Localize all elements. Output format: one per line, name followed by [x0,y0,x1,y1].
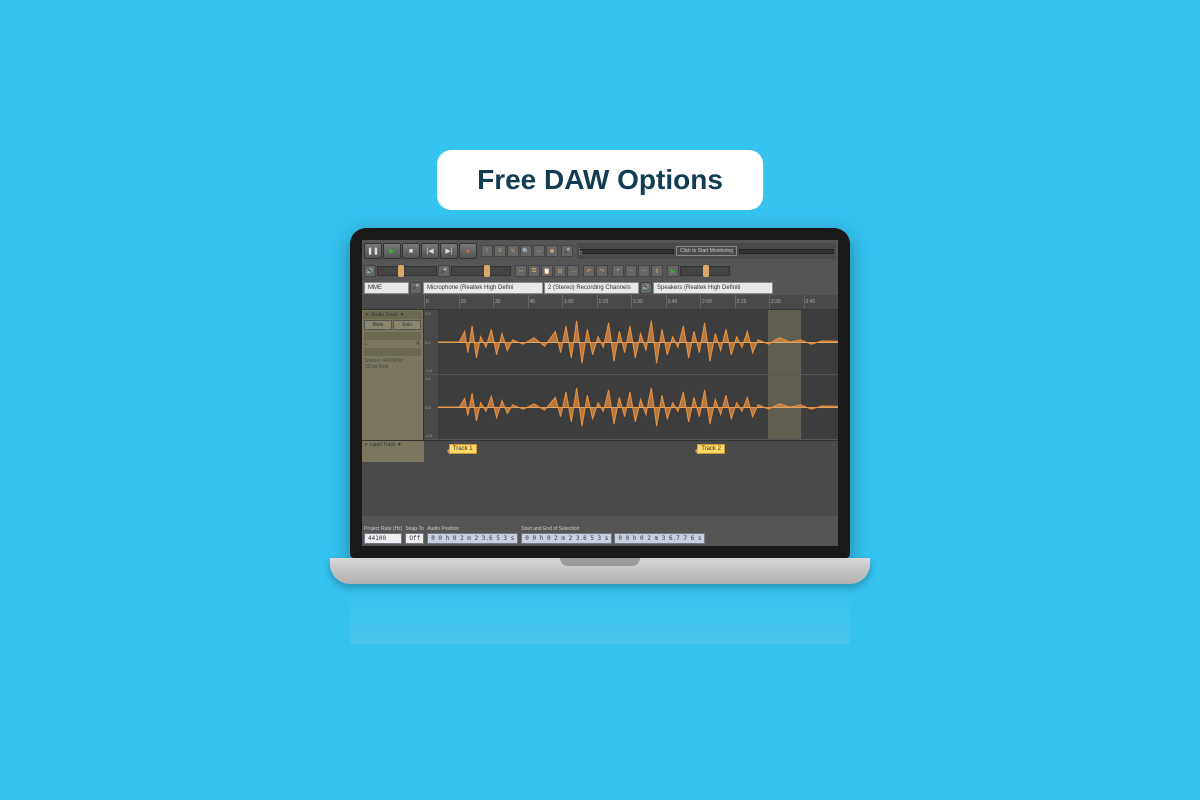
zoom-out-icon[interactable]: − [625,265,637,277]
mic-icon: 🎤 [561,245,573,257]
label-area[interactable]: Track 1 Track 2 [424,441,838,462]
undo-icon[interactable]: ↶ [583,265,595,277]
timeline-tick: 15 [459,295,494,309]
selection-tool-icon[interactable]: I [481,245,493,257]
label-marker[interactable]: Track 1 [449,444,477,454]
input-device-icon: 🎤 [410,282,422,294]
play-button[interactable]: ▶ [383,243,401,259]
daw-screenshot: ❚❚ ▶ ■ |◀ ▶| ● I ≡ ✎ 🔍 ↔ ✱ 🎤 L R [362,240,838,546]
label-marker[interactable]: Track 2 [697,444,725,454]
track-control-panel: ✕ Audio Track ▼ Mute Solo L R [362,310,424,440]
speaker-icon: 🔊 [364,265,376,277]
redo-icon[interactable]: ↷ [596,265,608,277]
zoom-in-icon[interactable]: + [612,265,624,277]
audio-host-select[interactable]: MME [364,282,409,294]
pan-right-label: R [416,341,420,347]
timeline-ruler[interactable]: 0 15 30 45 1:00 1:15 1:30 1:45 2:00 2:15… [362,295,838,310]
track-close-icon[interactable]: ✕ [365,312,369,318]
secondary-toolbar: 🔊 🎤 ✂ ⧉ 📋 ⊟ … ↶ ↷ + − ⇔ [362,262,838,280]
page-title: Free DAW Options [437,150,763,210]
label-track-menu-icon[interactable]: ▼ [397,442,402,448]
draw-tool-icon[interactable]: ✎ [507,245,519,257]
skip-start-button[interactable]: |◀ [421,243,439,259]
recording-meter[interactable]: L R Click to Start Monitoring [577,243,836,259]
timeline-tick: 1:30 [631,295,666,309]
timeline-tick: 1:00 [562,295,597,309]
track-menu-icon[interactable]: ▼ [400,312,405,318]
meter-r-label: R [579,251,583,257]
mic-volume-icon: 🎤 [438,265,450,277]
solo-button[interactable]: Solo [393,320,421,330]
timeline-tick: 2:15 [735,295,770,309]
fit-selection-icon[interactable]: ⇔ [638,265,650,277]
meter-click-hint: Click to Start Monitoring [676,246,737,256]
timeline-tick: 45 [528,295,563,309]
laptop-mockup: ❚❚ ▶ ■ |◀ ▶| ● I ≡ ✎ 🔍 ↔ ✱ 🎤 L R [330,228,870,644]
playback-volume-slider[interactable] [377,266,437,276]
label-track-name: Label Track [370,442,396,448]
timeline-tick: 2:00 [700,295,735,309]
record-button[interactable]: ● [459,243,477,259]
timeshift-tool-icon[interactable]: ↔ [533,245,545,257]
input-device-select[interactable]: Microphone (Realtek High Defini [423,282,543,294]
track-name: Audio Track [371,312,397,318]
output-device-select[interactable]: Speakers (Realtek High Definiti [653,282,773,294]
pause-button[interactable]: ❚❚ [364,243,382,259]
label-track-close-icon[interactable]: ✕ [364,442,368,448]
project-rate-select[interactable]: 44100 [364,533,402,544]
gain-slider[interactable] [364,332,421,340]
silence-icon[interactable]: … [567,265,579,277]
envelope-tool-icon[interactable]: ≡ [494,245,506,257]
audio-position-field[interactable]: 0 0 h 0 2 m 2 3.6 5 3 s [427,533,518,544]
snap-to-select[interactable]: Off [405,533,424,544]
multi-tool-icon[interactable]: ✱ [546,245,558,257]
laptop-reflection [350,584,850,644]
play-at-speed-button[interactable]: ▶ [667,265,679,277]
copy-icon[interactable]: ⧉ [528,265,540,277]
waveform-display[interactable]: 1.0 0.0 -1.0 1.0 0.0 [424,310,838,440]
laptop-base [330,558,870,584]
timeline-tick: 2:30 [769,295,804,309]
timeline-tick: 1:45 [666,295,701,309]
status-bar: Project Rate (Hz) 44100 Snap-To Off Audi… [362,516,838,546]
mute-button[interactable]: Mute [364,320,392,330]
timeline-tick: 0 [424,295,459,309]
stop-button[interactable]: ■ [402,243,420,259]
label-track: ✕ Label Track ▼ Track 1 Track 2 [362,440,838,462]
device-toolbar: MME 🎤 Microphone (Realtek High Defini 2 … [362,280,838,295]
timeline-tick: 30 [493,295,528,309]
pan-left-label: L [365,341,368,347]
audio-track: ✕ Audio Track ▼ Mute Solo L R [362,310,838,440]
timeline-tick: 1:15 [597,295,632,309]
zoom-tool-icon[interactable]: 🔍 [520,245,532,257]
playback-speed-slider[interactable] [680,266,730,276]
waveform-right [438,375,838,439]
track-format-info: Stereo, 44100Hz 32-bit float [363,357,422,371]
fit-project-icon[interactable]: ⇕ [651,265,663,277]
timeline-tick: 2:45 [804,295,839,309]
snap-to-label: Snap-To [405,526,424,532]
cut-icon[interactable]: ✂ [515,265,527,277]
output-device-icon: 🔊 [640,282,652,294]
selection-start-field[interactable]: 0 0 h 0 2 m 2 3.6 5 3 s [521,533,612,544]
paste-icon[interactable]: 📋 [541,265,553,277]
recording-volume-slider[interactable] [451,266,511,276]
project-rate-label: Project Rate (Hz) [364,526,402,532]
pan-slider[interactable] [364,348,421,356]
selection-label: Start and End of Selection [521,526,705,532]
audio-position-label: Audio Position [427,526,518,532]
selection-end-field[interactable]: 0 0 h 0 2 m 3 6.7 7 6 s [614,533,705,544]
trim-icon[interactable]: ⊟ [554,265,566,277]
skip-end-button[interactable]: ▶| [440,243,458,259]
channels-select[interactable]: 2 (Stereo) Recording Channels [544,282,639,294]
waveform-left [438,310,838,374]
transport-toolbar: ❚❚ ▶ ■ |◀ ▶| ● I ≡ ✎ 🔍 ↔ ✱ 🎤 L R [362,240,838,262]
